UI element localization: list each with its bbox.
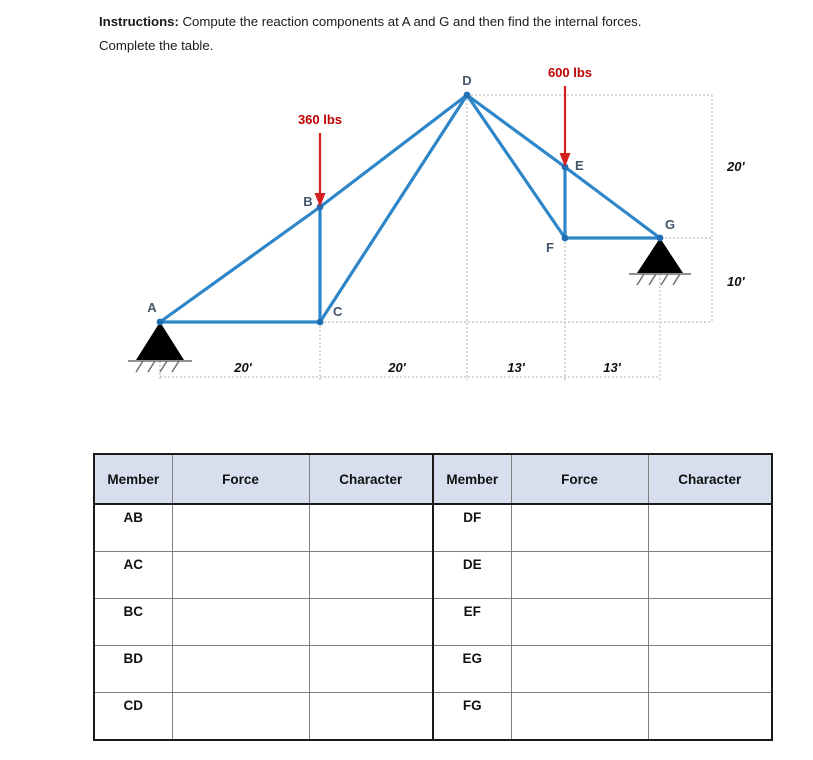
header-character-left: Character xyxy=(308,453,434,505)
cell-character-right[interactable] xyxy=(647,645,773,693)
cell-member-left: BC xyxy=(93,598,173,646)
cell-force-right[interactable] xyxy=(510,551,649,599)
joint-A xyxy=(156,318,164,326)
cell-member-left: BD xyxy=(93,645,173,693)
cell-force-right[interactable] xyxy=(510,692,649,741)
cell-force-left[interactable] xyxy=(171,503,310,552)
load-arrow-e xyxy=(559,86,571,167)
truss-members xyxy=(158,93,662,324)
load-arrow-b xyxy=(314,133,326,207)
node-label-G: G xyxy=(665,217,675,232)
cell-character-right[interactable] xyxy=(647,503,773,552)
cell-member-right: DE xyxy=(432,551,512,599)
joint-D xyxy=(463,91,471,99)
header-character-right: Character xyxy=(647,453,773,505)
table-header-row: Member Force Character Member Force Char… xyxy=(93,453,773,505)
member-DF xyxy=(465,93,567,240)
dimension-h-4: 13' xyxy=(603,360,621,375)
cell-force-right[interactable] xyxy=(510,645,649,693)
cell-member-right: EF xyxy=(432,598,512,646)
cell-character-left[interactable] xyxy=(308,598,434,646)
cell-force-left[interactable] xyxy=(171,645,310,693)
table-body: AB DF AC DE BC EF BD EG CD FG xyxy=(93,503,773,741)
instructions-paragraph: Instructions: Compute the reaction compo… xyxy=(99,12,782,32)
table-row: BD EG xyxy=(93,645,773,693)
node-label-C: C xyxy=(333,304,343,319)
header-force-right: Force xyxy=(510,453,649,505)
cell-character-left[interactable] xyxy=(308,692,434,741)
joint-C xyxy=(316,318,324,326)
cell-force-left[interactable] xyxy=(171,598,310,646)
node-label-A: A xyxy=(147,300,157,315)
member-force-table: Member Force Character Member Force Char… xyxy=(93,453,773,741)
header-member-right: Member xyxy=(432,453,512,505)
member-EG xyxy=(563,165,662,240)
member-CD xyxy=(318,93,469,324)
truss-joints xyxy=(156,91,664,326)
header-force-left: Force xyxy=(171,453,310,505)
dimension-h-2: 20' xyxy=(387,360,406,375)
cell-character-left[interactable] xyxy=(308,503,434,552)
cell-character-right[interactable] xyxy=(647,692,773,741)
cell-character-right[interactable] xyxy=(647,598,773,646)
table-row: AB DF xyxy=(93,503,773,552)
support-g xyxy=(629,238,691,286)
instructions-lead: Instructions: xyxy=(99,14,179,29)
dimension-v-2: 10' xyxy=(727,274,745,289)
cell-member-right: DF xyxy=(432,503,512,552)
joint-F xyxy=(561,234,569,242)
cell-member-left: AC xyxy=(93,551,173,599)
node-label-E: E xyxy=(575,158,584,173)
cell-force-right[interactable] xyxy=(510,503,649,552)
instructions-second-line: Complete the table. xyxy=(99,38,214,53)
joint-G xyxy=(656,234,664,242)
cell-member-left: AB xyxy=(93,503,173,552)
instructions-body: Compute the reaction components at A and… xyxy=(178,14,642,29)
cell-member-right: EG xyxy=(432,645,512,693)
member-DE xyxy=(465,93,567,169)
load-label-360: 360 lbs xyxy=(298,112,342,127)
cell-character-left[interactable] xyxy=(308,551,434,599)
table-row: BC EF xyxy=(93,598,773,646)
cell-force-left[interactable] xyxy=(171,692,310,741)
table-row: CD FG xyxy=(93,692,773,741)
table-row: AC DE xyxy=(93,551,773,599)
cell-member-right: FG xyxy=(432,692,512,741)
dimension-h-1: 20' xyxy=(233,360,252,375)
header-member-left: Member xyxy=(93,453,173,505)
member-AB xyxy=(158,205,322,324)
node-label-F: F xyxy=(546,240,554,255)
load-label-600: 600 lbs xyxy=(548,65,592,80)
node-label-D: D xyxy=(462,73,471,88)
dimension-h-3: 13' xyxy=(507,360,525,375)
cell-member-left: CD xyxy=(93,692,173,741)
truss-diagram: A B C D E F G 360 lbs 600 lbs 20' 20' 13… xyxy=(0,60,813,390)
node-label-B: B xyxy=(303,194,312,209)
support-a xyxy=(128,322,192,373)
cell-force-left[interactable] xyxy=(171,551,310,599)
cell-character-left[interactable] xyxy=(308,645,434,693)
member-BD xyxy=(318,93,469,209)
cell-character-right[interactable] xyxy=(647,551,773,599)
cell-force-right[interactable] xyxy=(510,598,649,646)
dimension-v-1: 20' xyxy=(726,159,745,174)
